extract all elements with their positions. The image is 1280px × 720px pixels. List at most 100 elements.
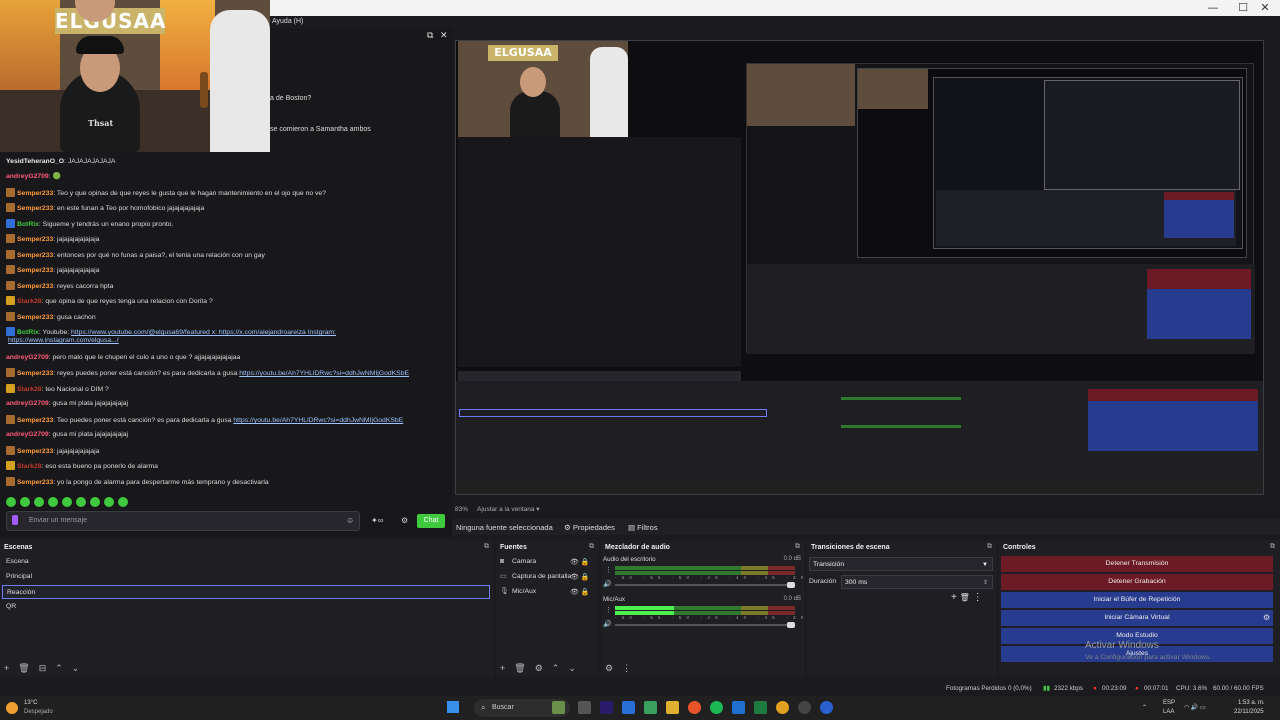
user-badge-icon[interactable] — [6, 415, 15, 424]
start-virtual-camera-button[interactable]: Iniciar Cámara Virtual — [1001, 610, 1273, 626]
user-badge-icon[interactable] — [6, 327, 15, 336]
kebab-icon[interactable]: ⋮ — [973, 592, 983, 603]
popout-icon[interactable]: ⧉ — [795, 543, 800, 551]
clock-time[interactable]: 1:53 a. m. — [1238, 700, 1265, 706]
user-badge-icon[interactable] — [6, 219, 15, 228]
chrome-icon[interactable] — [776, 701, 789, 714]
virtual-camera-gear-icon[interactable]: ⚙ — [1263, 613, 1270, 622]
chat-username[interactable]: Stark28 — [17, 386, 42, 393]
start-replay-buffer-button[interactable]: Iniciar el Búfer de Repetición — [1001, 592, 1273, 608]
user-badge-icon[interactable] — [6, 250, 15, 259]
task-view-icon[interactable] — [578, 701, 591, 714]
visibility-eye-icon[interactable]: 👁 🔒 — [570, 558, 590, 566]
delete-icon[interactable]: 🗑 — [18, 663, 29, 673]
keyboard-lang[interactable]: ESP — [1163, 700, 1175, 706]
weather-icon[interactable] — [6, 702, 18, 714]
mixer-settings-icon[interactable]: ⚙ — [605, 663, 613, 673]
weather-desc[interactable]: Despejado — [24, 709, 53, 715]
emote-icon[interactable] — [34, 497, 44, 507]
zoom-label[interactable]: 83% Ajustar a la ventana ▾ — [455, 505, 540, 513]
chat-username[interactable]: Semper233 — [17, 205, 53, 212]
excel-icon[interactable] — [754, 701, 767, 714]
popout-icon[interactable]: ⧉ — [484, 543, 489, 551]
user-badge-icon[interactable] — [6, 234, 15, 243]
browser-icon[interactable] — [820, 701, 833, 714]
chat-link[interactable]: https://youtu.be/Ah7YHLlDRwc?si=ddhJwNMI… — [239, 370, 409, 377]
visibility-eye-icon[interactable]: 👁 🔒 — [570, 573, 590, 581]
tray-chevron-icon[interactable]: ⌃ — [1142, 704, 1147, 711]
delete-icon[interactable]: 🗑 — [514, 663, 525, 673]
emote-icon[interactable] — [104, 497, 114, 507]
scene-item[interactable]: Principal — [2, 570, 490, 584]
chat-link[interactable]: https://www.youtube.com/@elgusa69/featur… — [71, 329, 336, 336]
user-badge-icon[interactable] — [6, 384, 15, 393]
slider-knob[interactable] — [787, 622, 795, 628]
widgets-icon[interactable] — [552, 701, 565, 714]
windows-start-icon[interactable] — [447, 701, 459, 713]
chat-settings-icon[interactable]: ⚙ — [401, 516, 408, 525]
emote-picker-icon[interactable]: ☺ — [346, 516, 354, 525]
visibility-eye-icon[interactable]: 👁 🔒 — [570, 588, 590, 596]
emote-icon[interactable] — [48, 497, 58, 507]
user-badge-icon[interactable] — [6, 461, 15, 470]
points-icon[interactable]: ✦∞ — [371, 516, 383, 525]
popout-icon[interactable]: ⧉ — [1270, 543, 1275, 551]
properties-button[interactable]: ⚙ Propiedades — [564, 523, 615, 532]
popout-icon[interactable]: ⧉ — [987, 543, 992, 551]
speaker-icon[interactable]: 🔊 — [603, 620, 612, 628]
chat-username[interactable]: Semper233 — [17, 252, 53, 259]
close-icon[interactable]: ✕ — [440, 30, 448, 41]
chevron-down-icon[interactable]: ⌄ — [72, 663, 80, 673]
user-badge-icon[interactable] — [6, 296, 15, 305]
obs-icon[interactable] — [798, 701, 811, 714]
scene-item[interactable]: QR — [2, 600, 490, 614]
close-window-button[interactable]: ✕ — [1250, 0, 1280, 16]
chat-username[interactable]: BotRix — [17, 329, 39, 336]
chat-username[interactable]: Semper233 — [17, 190, 53, 197]
kebab-icon[interactable]: ⋮ — [605, 566, 612, 574]
chat-username[interactable]: BotRix — [17, 221, 39, 228]
chat-username[interactable]: Semper233 — [17, 448, 53, 455]
slider-knob[interactable] — [787, 582, 795, 588]
spotify-icon[interactable] — [710, 701, 723, 714]
chat-username[interactable]: Semper233 — [17, 479, 53, 486]
explorer-icon[interactable] — [644, 701, 657, 714]
emote-icon[interactable] — [118, 497, 128, 507]
gear-icon[interactable]: ⚙ — [535, 663, 543, 673]
popout-icon[interactable]: ⧉ — [589, 543, 594, 551]
add-icon[interactable]: + — [951, 592, 957, 603]
emote-icon[interactable] — [90, 497, 100, 507]
volume-slider[interactable] — [615, 582, 795, 588]
minimize-button[interactable]: — — [1198, 0, 1228, 16]
add-icon[interactable]: + — [500, 663, 505, 673]
user-badge-icon[interactable] — [6, 203, 15, 212]
clock-date[interactable]: 22/11/2025 — [1234, 709, 1264, 715]
chat-username[interactable]: Semper233 — [17, 417, 53, 424]
popout-icon[interactable]: ⧉ — [427, 30, 433, 41]
user-badge-icon[interactable] — [6, 265, 15, 274]
stop-recording-button[interactable]: Detener Grabación — [1001, 574, 1273, 590]
emote-icon[interactable] — [62, 497, 72, 507]
keyboard-lang-2[interactable]: LAA — [1163, 709, 1174, 715]
add-icon[interactable]: + — [4, 663, 9, 673]
speaker-icon[interactable]: 🔊 — [603, 580, 612, 588]
user-badge-icon[interactable] — [6, 477, 15, 486]
weather-temp[interactable]: 13°C — [24, 700, 37, 706]
bits-icon[interactable] — [12, 515, 18, 525]
chat-username[interactable]: Semper233 — [17, 314, 53, 321]
emote-icon[interactable] — [76, 497, 86, 507]
program-preview[interactable]: ELGUSAA — [455, 40, 1264, 495]
filters-button[interactable]: ▤ Filtros — [628, 523, 658, 532]
emote-icon[interactable] — [6, 497, 16, 507]
chat-message-input[interactable]: Enviar un mensaje — [6, 511, 360, 531]
brave-icon[interactable] — [688, 701, 701, 714]
stop-streaming-button[interactable]: Detener Transmisión — [1001, 556, 1273, 572]
kebab-icon[interactable]: ⋮ — [605, 606, 612, 614]
app-icon[interactable] — [732, 701, 745, 714]
premiere-icon[interactable] — [600, 701, 613, 714]
chat-link[interactable]: https://youtu.be/Ah7YHLlDRwc?si=ddhJwNMI… — [233, 417, 403, 424]
filter-icon[interactable]: ⊟ — [39, 663, 47, 673]
chat-username[interactable]: Stark28 — [17, 298, 42, 305]
chat-username[interactable]: andreyG2709 — [6, 173, 49, 180]
chat-username[interactable]: Stark28 — [17, 463, 42, 470]
